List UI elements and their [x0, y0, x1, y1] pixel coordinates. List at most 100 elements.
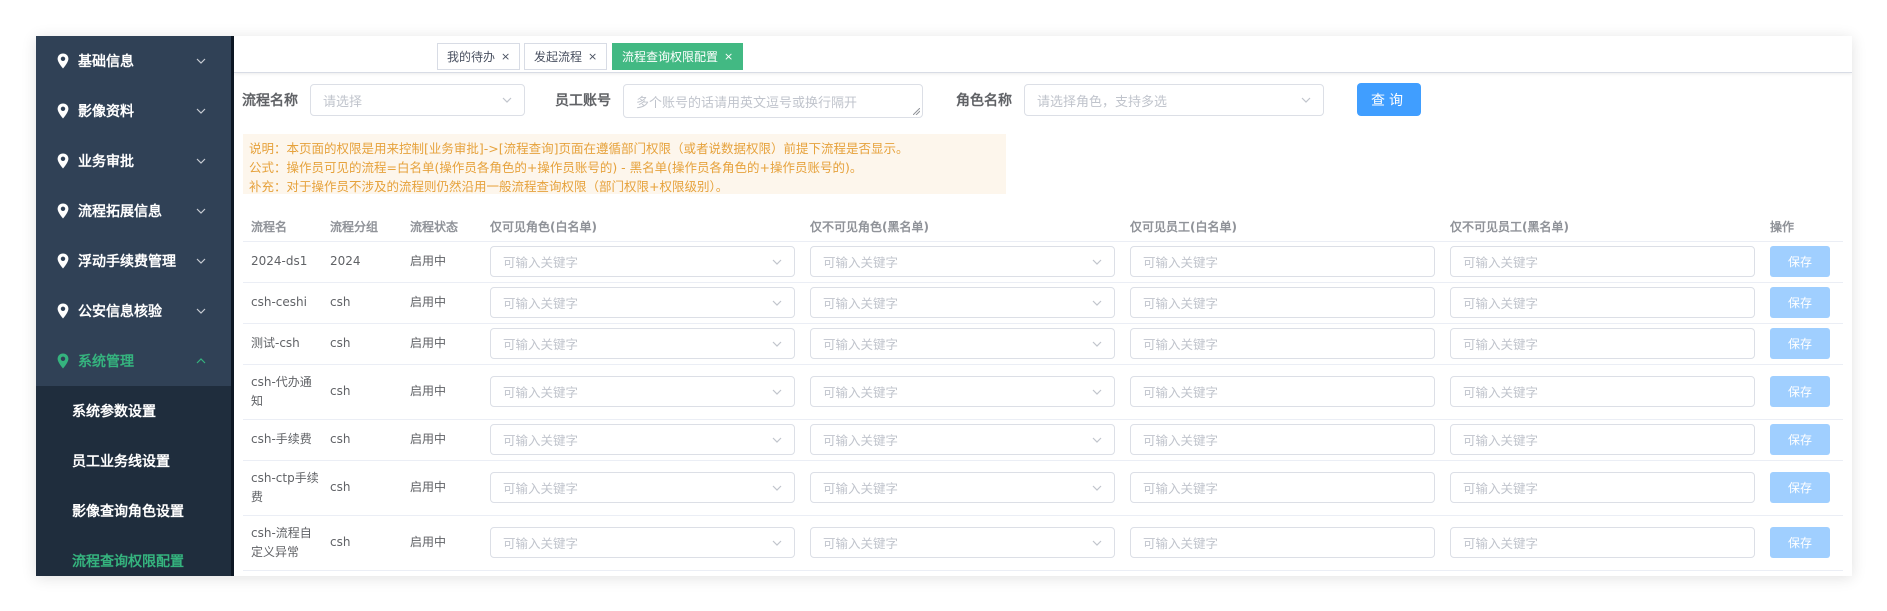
visible-staff-input[interactable]: 可输入关键字 — [1130, 472, 1435, 503]
visible-staff-input[interactable]: 可输入关键字 — [1130, 328, 1435, 359]
save-button[interactable]: 保存 — [1770, 287, 1830, 318]
invisible-staff-input[interactable]: 可输入关键字 — [1450, 376, 1755, 407]
invisible-staff-input[interactable]: 可输入关键字 — [1450, 527, 1755, 558]
input-placeholder: 可输入关键字 — [823, 536, 899, 551]
invisible-roles-select[interactable]: 可输入关键字 — [810, 246, 1115, 277]
invisible-roles-select[interactable]: 可输入关键字 — [810, 328, 1115, 359]
submenu-item[interactable]: 系统参数设置 — [36, 386, 231, 436]
flow-name-line: 费 — [251, 489, 264, 504]
employee-account-label: 员工账号 — [555, 93, 611, 109]
visible-staff-input[interactable]: 可输入关键字 — [1130, 246, 1435, 277]
save-button[interactable]: 保存 — [1770, 472, 1830, 503]
invisible-roles-select[interactable]: 可输入关键字 — [810, 472, 1115, 503]
chevron-down-icon — [502, 97, 512, 103]
location-pin-icon — [57, 153, 69, 169]
row-divider — [243, 515, 1843, 516]
visible-roles-select[interactable]: 可输入关键字 — [490, 424, 795, 455]
invisible-staff-input[interactable]: 可输入关键字 — [1450, 246, 1755, 277]
save-button[interactable]: 保存 — [1770, 376, 1830, 407]
input-placeholder: 可输入关键字 — [1143, 536, 1219, 551]
invisible-staff-input[interactable]: 可输入关键字 — [1450, 287, 1755, 318]
sidebar-item[interactable]: 业务审批 — [36, 136, 231, 186]
query-button[interactable]: 查询 — [1357, 83, 1421, 116]
chevron-down-icon — [195, 205, 207, 217]
submenu-item[interactable]: 影像查询角色设置 — [36, 486, 231, 536]
input-placeholder: 可输入关键字 — [1463, 296, 1539, 311]
visible-staff-input[interactable]: 可输入关键字 — [1130, 527, 1435, 558]
sidebar-item[interactable]: 流程拓展信息 — [36, 186, 231, 236]
invisible-staff-input[interactable]: 可输入关键字 — [1450, 472, 1755, 503]
tag-flow-query-permission[interactable]: 流程查询权限配置 × — [612, 43, 744, 70]
visible-staff-input[interactable]: 可输入关键字 — [1130, 376, 1435, 407]
chevron-down-icon — [1092, 300, 1102, 306]
close-icon[interactable]: × — [724, 50, 733, 63]
close-icon[interactable]: × — [501, 50, 510, 63]
invisible-staff-input[interactable]: 可输入关键字 — [1450, 424, 1755, 455]
visible-staff-input[interactable]: 可输入关键字 — [1130, 287, 1435, 318]
sidebar-item[interactable]: 基础信息 — [36, 36, 231, 86]
flow-name-line: csh-手续费 — [251, 432, 312, 446]
visible-roles-select[interactable]: 可输入关键字 — [490, 527, 795, 558]
sidebar-item-label: 影像资料 — [78, 104, 134, 120]
input-placeholder: 可输入关键字 — [1143, 385, 1219, 400]
submenu: 系统参数设置 员工业务线设置 影像查询角色设置 流程查询权限配置 — [36, 386, 231, 576]
save-button[interactable]: 保存 — [1770, 328, 1830, 359]
sidebar-item[interactable]: 浮动手续费管理 — [36, 236, 231, 286]
visible-roles-select[interactable]: 可输入关键字 — [490, 328, 795, 359]
flow-group-cell: csh — [330, 336, 351, 350]
invisible-staff-input[interactable]: 可输入关键字 — [1450, 328, 1755, 359]
invisible-roles-select[interactable]: 可输入关键字 — [810, 527, 1115, 558]
input-placeholder: 可输入关键字 — [503, 536, 579, 551]
sidebar-item[interactable]: 公安信息核验 — [36, 286, 231, 336]
resize-handle-icon[interactable] — [913, 108, 920, 115]
visible-roles-select[interactable]: 可输入关键字 — [490, 287, 795, 318]
input-placeholder: 可输入关键字 — [1143, 255, 1219, 270]
flow-group-cell: csh — [330, 432, 351, 446]
sidebar-item-label: 基础信息 — [78, 54, 134, 70]
chevron-down-icon — [772, 341, 782, 347]
chevron-down-icon — [195, 55, 207, 67]
submenu-item[interactable]: 流程查询权限配置 — [36, 536, 231, 576]
flow-status-cell: 启用中 — [410, 535, 447, 549]
submenu-item[interactable]: 员工业务线设置 — [36, 436, 231, 486]
flow-name-select[interactable]: 请选择 — [310, 84, 525, 116]
tag-start-flow[interactable]: 发起流程 × — [524, 43, 608, 70]
visible-roles-select[interactable]: 可输入关键字 — [490, 246, 795, 277]
save-button[interactable]: 保存 — [1770, 527, 1830, 558]
employee-account-textarea[interactable]: 多个账号的话请用英文逗号或换行隔开 — [623, 84, 923, 118]
visible-staff-input[interactable]: 可输入关键字 — [1130, 424, 1435, 455]
visible-roles-select[interactable]: 可输入关键字 — [490, 472, 795, 503]
sidebar-item[interactable]: 影像资料 — [36, 86, 231, 136]
tag-my-todo[interactable]: 我的待办 × — [437, 43, 521, 70]
col-header-invisible-staff: 仅不可见员工(黑名单) — [1450, 220, 1569, 234]
employee-placeholder: 多个账号的话请用英文逗号或换行隔开 — [636, 95, 858, 111]
chevron-down-icon — [1092, 437, 1102, 443]
tag-label: 流程查询权限配置 — [622, 50, 719, 64]
sidebar-item-label: 系统管理 — [78, 354, 134, 370]
visible-roles-select[interactable]: 可输入关键字 — [490, 376, 795, 407]
chevron-down-icon — [1092, 540, 1102, 546]
sidebar-item-label: 公安信息核验 — [78, 304, 162, 320]
chevron-down-icon — [195, 105, 207, 117]
flow-status-cell: 启用中 — [410, 254, 447, 268]
row-divider — [243, 323, 1843, 324]
location-pin-icon — [57, 53, 69, 69]
col-header-status: 流程状态 — [410, 220, 459, 234]
input-placeholder: 可输入关键字 — [823, 481, 899, 496]
flow-name-cell: csh-代办通知 — [251, 373, 312, 411]
chevron-down-icon — [1092, 389, 1102, 395]
input-placeholder: 可输入关键字 — [1463, 481, 1539, 496]
chevron-down-icon — [772, 540, 782, 546]
chevron-down-icon — [195, 155, 207, 167]
close-icon[interactable]: × — [588, 50, 597, 63]
invisible-roles-select[interactable]: 可输入关键字 — [810, 376, 1115, 407]
invisible-roles-select[interactable]: 可输入关键字 — [810, 424, 1115, 455]
location-pin-icon — [57, 203, 69, 219]
invisible-roles-select[interactable]: 可输入关键字 — [810, 287, 1115, 318]
save-button[interactable]: 保存 — [1770, 424, 1830, 455]
sidebar-item[interactable]: 系统管理 — [36, 336, 231, 386]
save-button[interactable]: 保存 — [1770, 246, 1830, 277]
role-select[interactable]: 请选择角色，支持多选 — [1024, 84, 1324, 116]
flow-status-cell: 启用中 — [410, 480, 447, 494]
flow-group-cell: csh — [330, 480, 351, 494]
